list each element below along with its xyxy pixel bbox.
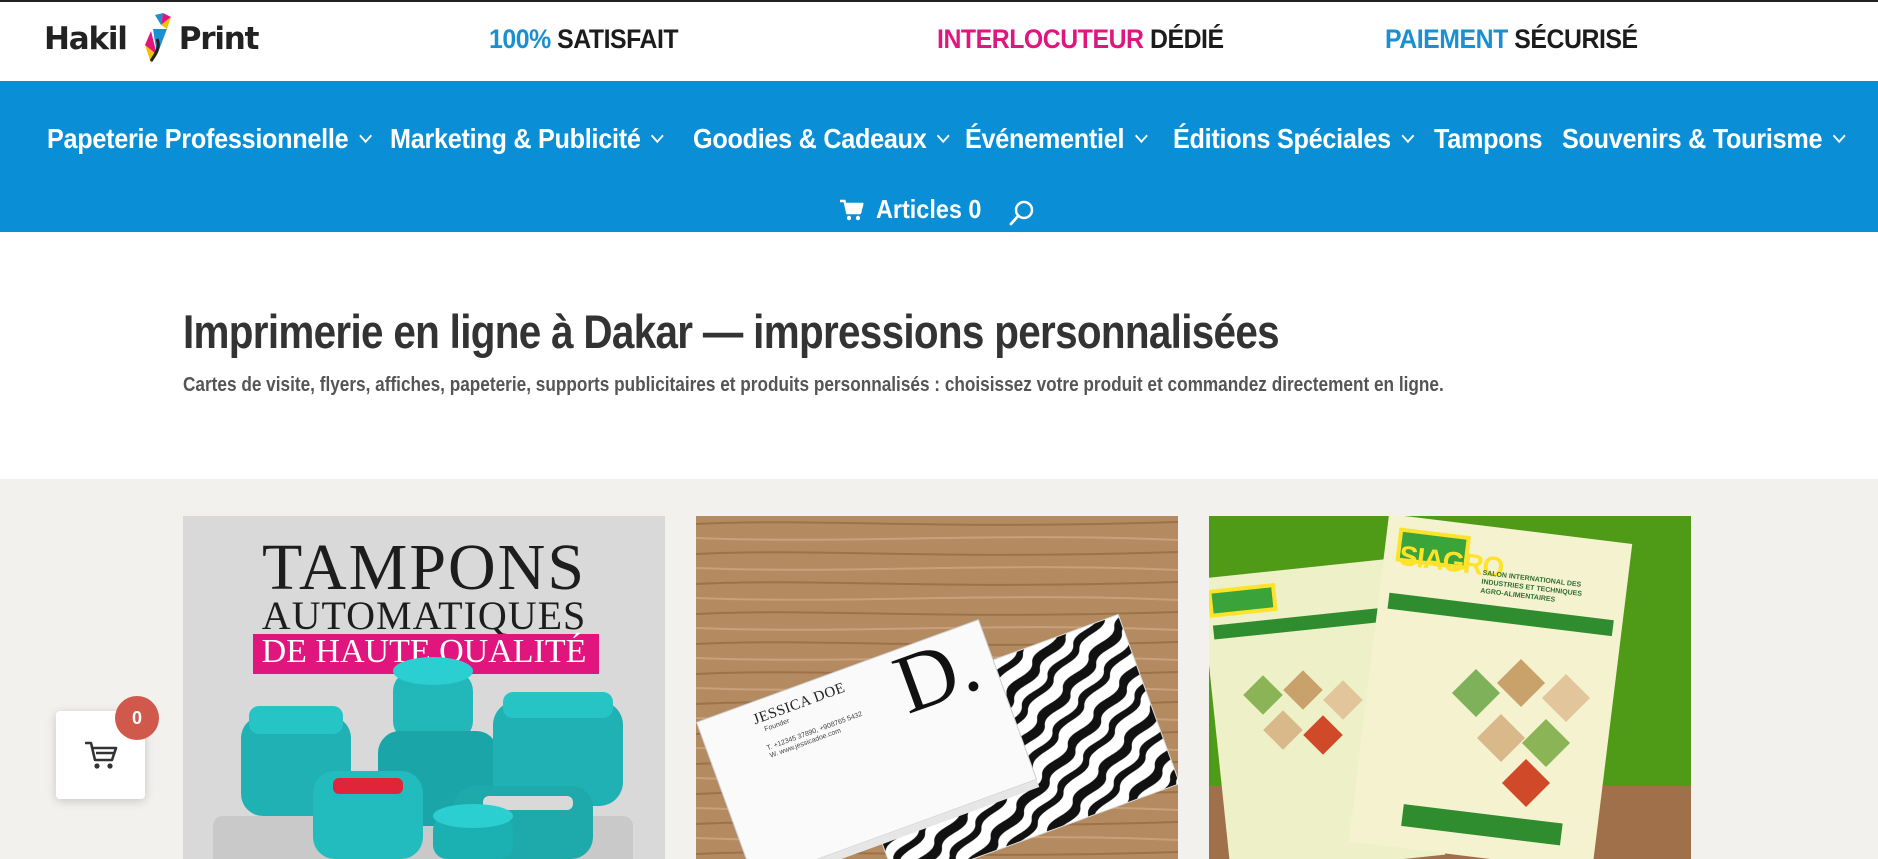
chevron-down-icon <box>1401 128 1415 144</box>
chevron-down-icon <box>937 128 950 144</box>
nav-item-souvenirs[interactable]: Souvenirs & Tourisme <box>1562 123 1846 155</box>
chevron-down-icon <box>359 128 372 144</box>
top-bar: Hakil Print 100% SATISFAIT INTERLOCUTEUR… <box>0 0 1878 81</box>
usp-dedicated-contact: INTERLOCUTEUR DÉDIÉ <box>937 24 1224 55</box>
product-grid: TAMPONS AUTOMATIQUES DE HAUTE QUALITÉ D.… <box>0 479 1878 859</box>
chevron-down-icon <box>1832 128 1846 144</box>
usp-highlight: PAIEMENT <box>1385 24 1508 54</box>
nav-item-label: Éditions Spéciales <box>1173 123 1391 154</box>
nav-cart-label: Articles 0 <box>876 194 982 224</box>
usp-text: SATISFAIT <box>557 24 679 54</box>
product-card-flyers[interactable]: SIAGRO SALON INTERNATIONAL DES INDUSTRIE… <box>1209 516 1691 859</box>
usp-text: DÉDIÉ <box>1149 24 1224 54</box>
nav-item-tampons[interactable]: Tampons <box>1434 123 1543 155</box>
main-nav: Papeterie Professionnelle Marketing & Pu… <box>0 81 1878 232</box>
shopping-cart-icon <box>840 199 864 220</box>
usp-secure-payment: PAIEMENT SÉCURISÉ <box>1385 24 1638 55</box>
nav-item-label: Tampons <box>1434 123 1543 154</box>
usp-satisfaction: 100% SATISFAIT <box>489 24 679 55</box>
chevron-down-icon <box>651 128 665 144</box>
nav-cart-link[interactable]: Articles 0 <box>840 194 981 225</box>
page-title: Imprimerie en ligne à Dakar — impression… <box>183 305 1280 358</box>
logo-text-left: Hakil <box>44 21 128 57</box>
nav-item-label: Goodies & Cadeaux <box>693 123 927 154</box>
product-card-tampons[interactable]: TAMPONS AUTOMATIQUES DE HAUTE QUALITÉ <box>183 516 665 859</box>
cart-count-badge: 0 <box>115 696 159 740</box>
nav-item-papeterie[interactable]: Papeterie Professionnelle <box>47 123 372 155</box>
usp-highlight: 100% <box>489 24 551 54</box>
chevron-down-icon <box>1134 128 1148 144</box>
search-icon <box>1009 200 1034 226</box>
nav-item-label: Événementiel <box>965 123 1125 154</box>
page-subtitle: Cartes de visite, flyers, affiches, pape… <box>183 374 1444 396</box>
stamps-image <box>213 657 633 859</box>
usp-highlight: INTERLOCUTEUR <box>937 24 1144 54</box>
logo-pen-icon <box>144 13 171 63</box>
site-logo[interactable]: Hakil Print <box>44 8 260 70</box>
nav-item-label: Souvenirs & Tourisme <box>1562 123 1823 154</box>
nav-item-marketing[interactable]: Marketing & Publicité <box>390 123 665 155</box>
nav-item-evenementiel[interactable]: Événementiel <box>965 123 1148 155</box>
nav-search-button[interactable] <box>1008 199 1036 232</box>
nav-item-label: Marketing & Publicité <box>390 123 641 154</box>
nav-item-editions[interactable]: Éditions Spéciales <box>1173 123 1415 155</box>
logo-text-right: Print <box>178 21 260 57</box>
product-card-business-cards[interactable]: D. JESSICA DOE Founder T. +12345 37890, … <box>696 516 1178 859</box>
nav-item-label: Papeterie Professionnelle <box>47 123 349 154</box>
nav-item-goodies[interactable]: Goodies & Cadeaux <box>693 123 950 155</box>
shopping-cart-icon <box>84 741 117 769</box>
hero-section: Imprimerie en ligne à Dakar — impression… <box>0 232 1878 479</box>
usp-text: SÉCURISÉ <box>1514 24 1638 54</box>
